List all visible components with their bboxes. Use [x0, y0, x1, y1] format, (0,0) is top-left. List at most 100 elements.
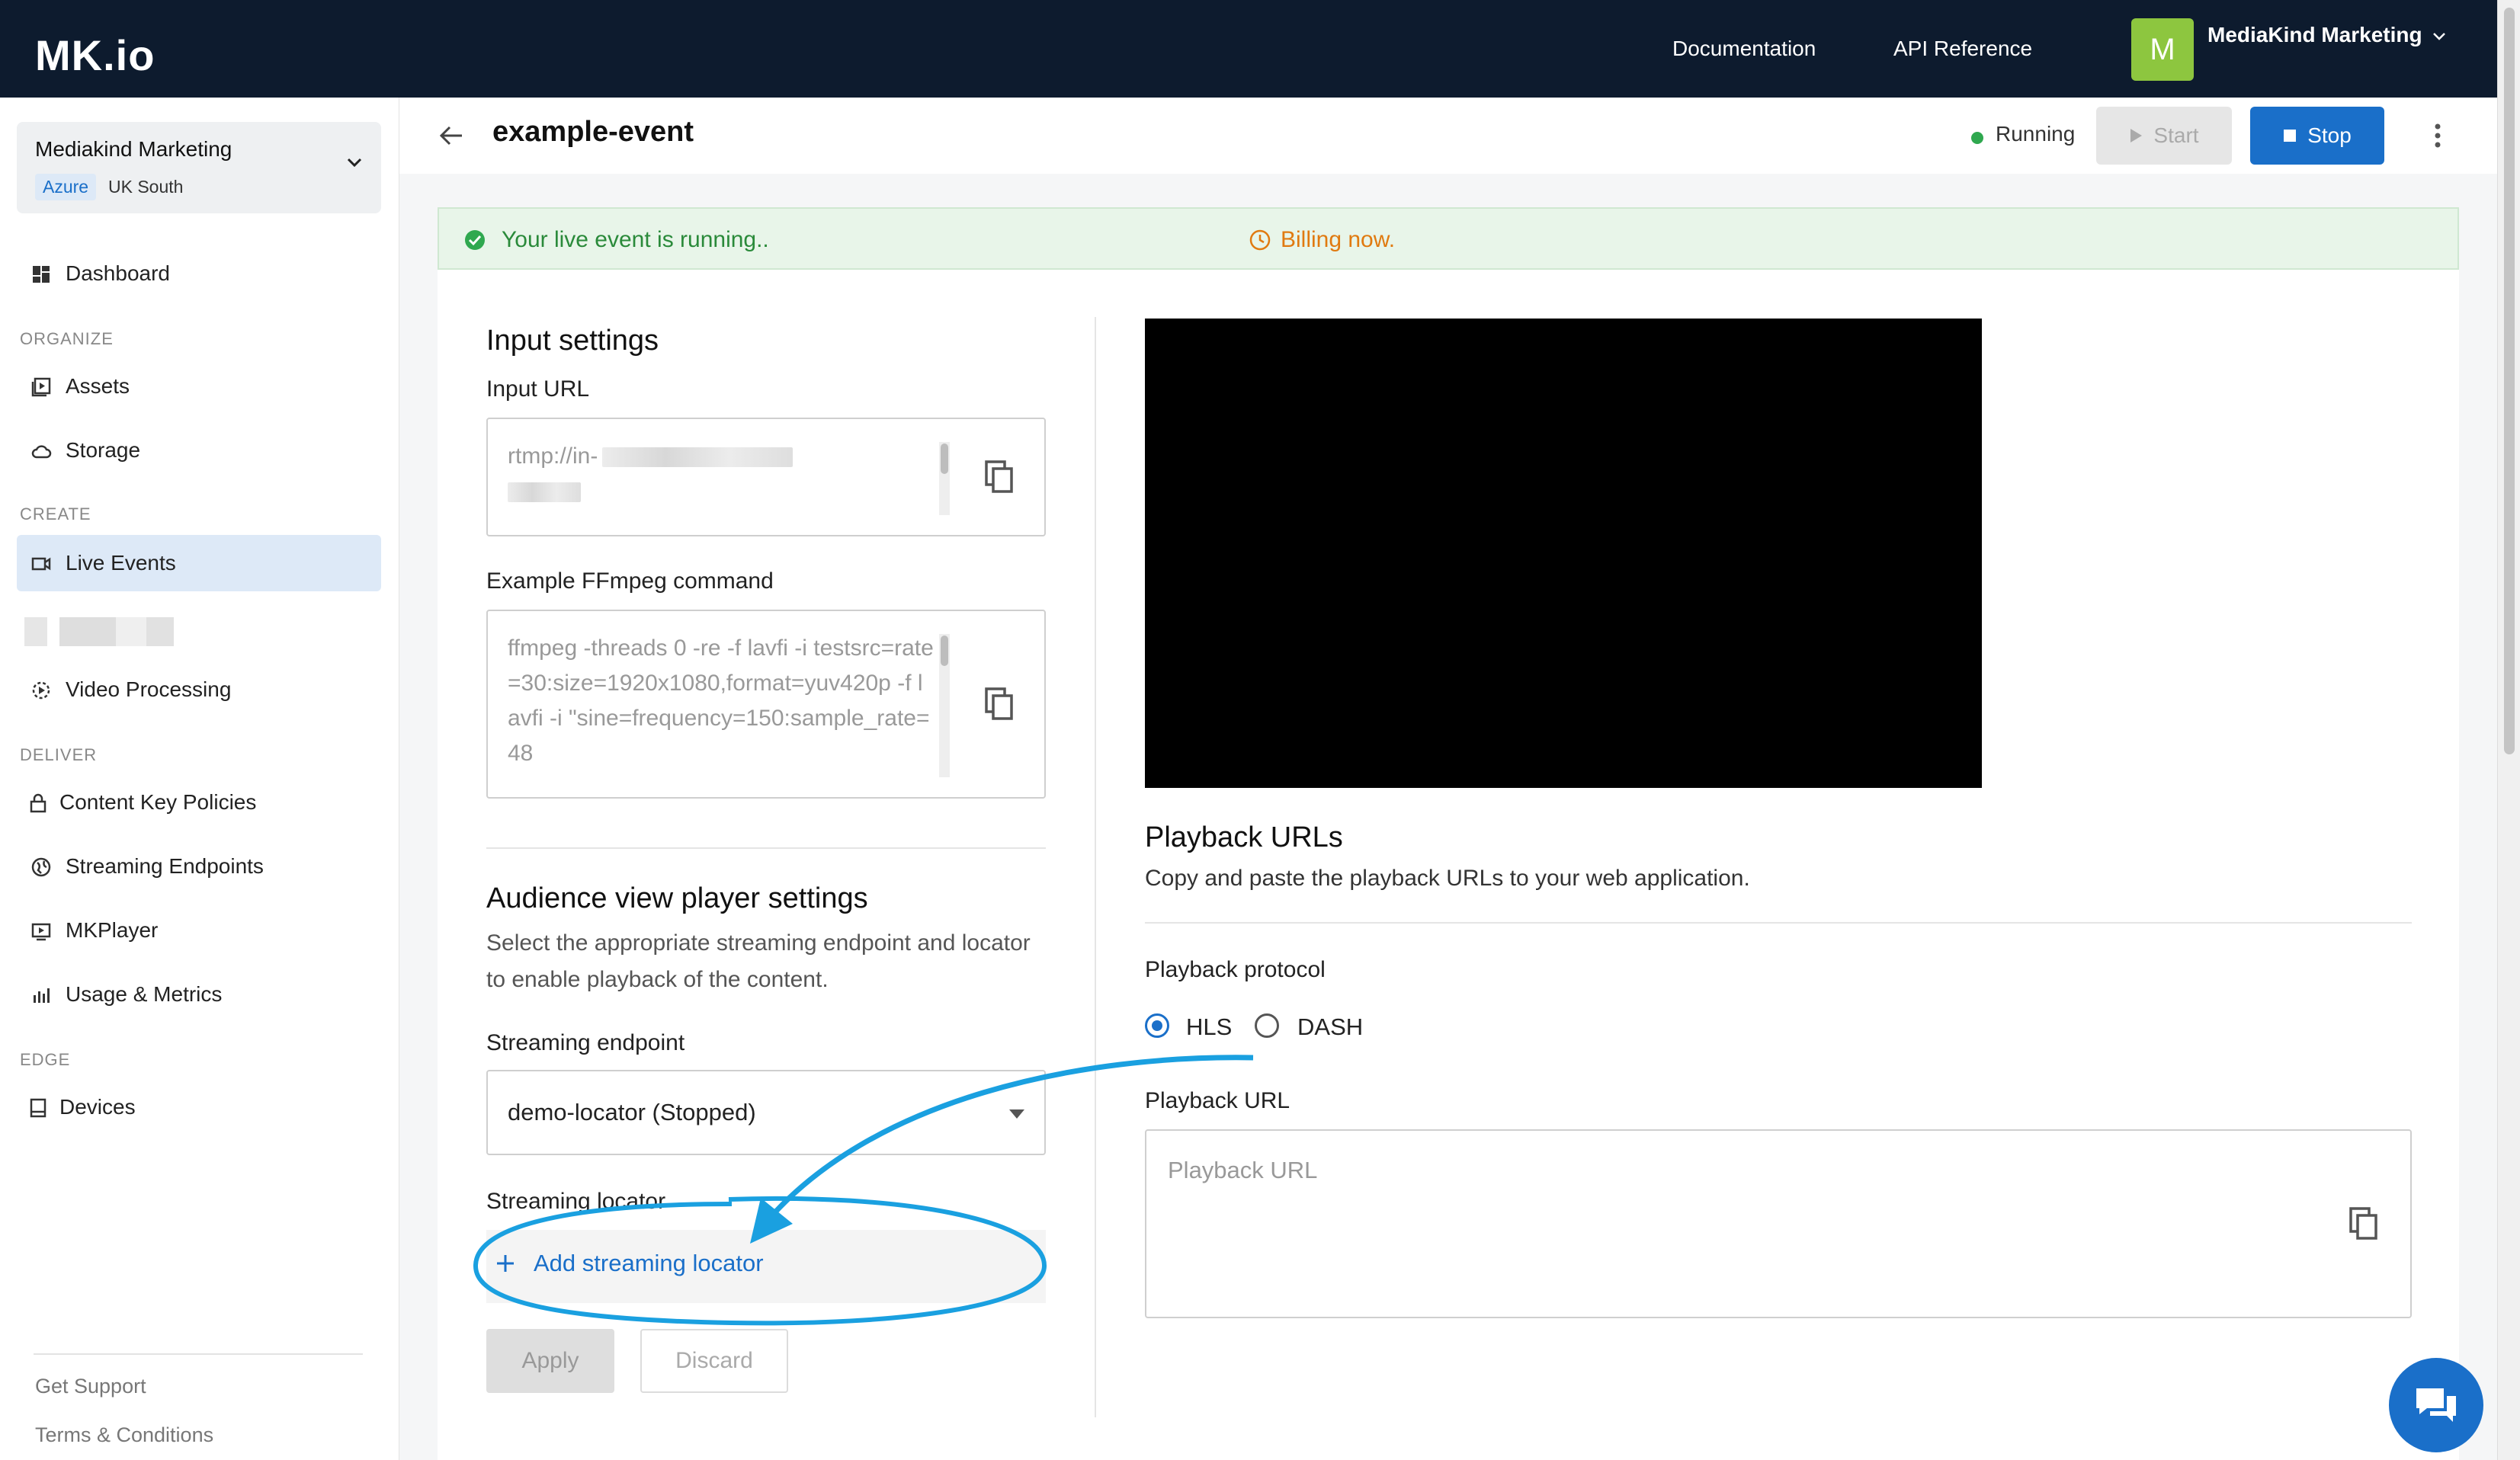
scrollbar-thumb	[941, 636, 948, 666]
mkio-logo[interactable]: MK.io	[35, 30, 155, 80]
processing-icon	[32, 681, 50, 700]
chat-icon	[2416, 1388, 2456, 1422]
chevron-down-icon	[347, 158, 362, 168]
user-menu[interactable]: MediaKind Marketing	[2207, 23, 2446, 47]
input-settings-title: Input settings	[486, 325, 659, 357]
video-preview[interactable]	[1145, 319, 1982, 788]
add-streaming-locator-button[interactable]: Add streaming locator	[489, 1250, 764, 1277]
streaming-locator-row: Add streaming locator	[486, 1230, 1046, 1303]
ffmpeg-label: Example FFmpeg command	[486, 568, 774, 594]
copy-icon[interactable]	[983, 686, 1015, 722]
stop-icon	[2284, 130, 2297, 142]
sidebar-item-storage[interactable]: Storage	[17, 422, 381, 479]
input-url-field[interactable]: rtmp://in-	[486, 418, 1046, 536]
hls-radio[interactable]	[1145, 1013, 1169, 1038]
sidebar-item-label: Video Processing	[66, 677, 232, 701]
section-organize: ORGANIZE	[20, 329, 114, 348]
sidebar-item-label: Live Events	[66, 551, 176, 575]
video-camera-icon	[31, 557, 51, 571]
stop-label: Stop	[2307, 123, 2352, 147]
discard-button[interactable]: Discard	[640, 1329, 788, 1393]
ffmpeg-scrollbar[interactable]	[939, 634, 950, 777]
sidebar-item-mkplayer[interactable]: MKPlayer	[17, 902, 381, 959]
sidebar-item-dashboard[interactable]: Dashboard	[17, 245, 381, 302]
documentation-link[interactable]: Documentation	[1672, 37, 1816, 61]
dashboard-icon	[33, 266, 50, 283]
status-dot	[1971, 132, 1983, 144]
ffmpeg-command-value: ffmpeg -threads 0 -re -f lavfi -i testsr…	[508, 636, 934, 766]
billing-notice: Billing now.	[1281, 227, 1396, 252]
start-label: Start	[2153, 123, 2199, 147]
get-support-link[interactable]: Get Support	[35, 1375, 146, 1398]
section-divider	[486, 847, 1046, 849]
copy-icon[interactable]	[2348, 1205, 2380, 1242]
playback-url-placeholder: Playback URL	[1168, 1157, 1318, 1183]
input-url-scrollbar[interactable]	[939, 442, 950, 515]
org-region: UK South	[108, 177, 184, 197]
sidebar-item-video-processing[interactable]: Video Processing	[17, 661, 381, 718]
sidebar-item-label: Assets	[66, 374, 130, 398]
page-header: example-event Running Start Stop	[399, 98, 2497, 174]
sidebar-item-live-events[interactable]: Live Events	[17, 535, 381, 591]
user-name: MediaKind Marketing	[2207, 23, 2422, 46]
page-title: example-event	[492, 116, 694, 148]
streaming-endpoint-select[interactable]: demo-locator (Stopped)	[486, 1070, 1046, 1155]
dash-label[interactable]: DASH	[1297, 1013, 1363, 1041]
bar-chart-icon	[34, 988, 50, 1003]
terms-link[interactable]: Terms & Conditions	[35, 1423, 213, 1447]
status-badge: Running	[1996, 122, 2076, 146]
stop-button[interactable]: Stop	[2250, 107, 2384, 165]
copy-icon[interactable]	[983, 459, 1015, 495]
sidebar-item-usage-metrics[interactable]: Usage & Metrics	[17, 966, 381, 1023]
hls-label[interactable]: HLS	[1186, 1013, 1232, 1041]
streaming-locator-label: Streaming locator	[486, 1189, 666, 1214]
org-name: Mediakind Marketing	[35, 137, 232, 161]
more-options-icon[interactable]	[2422, 117, 2453, 154]
player-icon	[31, 923, 51, 941]
page-scrollbar[interactable]	[2497, 0, 2520, 1460]
sidebar-item-content-key-policies[interactable]: Content Key Policies	[17, 774, 381, 831]
ffmpeg-command-field[interactable]: ffmpeg -threads 0 -re -f lavfi -i testsr…	[486, 610, 1046, 799]
sidebar-item-label: MKPlayer	[66, 918, 159, 942]
avatar[interactable]: M	[2131, 18, 2194, 81]
sidebar-item-assets[interactable]: Assets	[17, 358, 381, 415]
api-reference-link[interactable]: API Reference	[1893, 37, 2032, 61]
clock-icon	[1249, 229, 1271, 251]
player-settings-title: Audience view player settings	[486, 882, 868, 914]
apply-button[interactable]: Apply	[486, 1329, 614, 1393]
lock-icon	[30, 793, 46, 813]
cloud-icon	[31, 445, 52, 459]
streaming-endpoint-label: Streaming endpoint	[486, 1030, 685, 1055]
back-arrow-icon[interactable]	[434, 119, 468, 152]
check-circle-icon	[465, 230, 485, 250]
add-streaming-locator-label: Add streaming locator	[534, 1250, 764, 1276]
chat-support-button[interactable]	[2389, 1358, 2483, 1452]
sidebar-item-label: Dashboard	[66, 261, 170, 285]
sidebar-item-devices[interactable]: Devices	[17, 1079, 381, 1135]
dash-radio[interactable]	[1255, 1013, 1279, 1038]
playback-urls-description: Copy and paste the playback URLs to your…	[1145, 866, 1750, 891]
redacted-nav-item[interactable]	[24, 617, 174, 646]
globe-icon	[31, 857, 51, 877]
plus-icon	[497, 1255, 514, 1272]
cloud-badge: Azure	[35, 174, 97, 200]
sidebar-item-label: Usage & Metrics	[66, 982, 223, 1006]
section-create: CREATE	[20, 504, 91, 523]
playback-url-field[interactable]: Playback URL	[1145, 1129, 2412, 1318]
running-banner: Your live event is running.. Billing now…	[438, 207, 2459, 270]
player-settings-description: Select the appropriate streaming endpoin…	[486, 930, 1031, 992]
assets-icon	[31, 377, 51, 397]
input-url-label: Input URL	[486, 376, 590, 402]
scrollbar-thumb[interactable]	[2504, 8, 2515, 754]
org-selector[interactable]: Mediakind Marketing Azure UK South	[17, 122, 381, 213]
sidebar-divider	[34, 1353, 363, 1355]
playback-urls-title: Playback URLs	[1145, 821, 1343, 853]
streaming-endpoint-value: demo-locator (Stopped)	[508, 1099, 756, 1125]
device-icon	[30, 1098, 46, 1118]
playback-protocol-label: Playback protocol	[1145, 957, 1326, 982]
input-url-value: rtmp://in-	[508, 439, 935, 509]
playback-url-label: Playback URL	[1145, 1088, 1290, 1113]
sidebar-item-streaming-endpoints[interactable]: Streaming Endpoints	[17, 838, 381, 895]
start-button[interactable]: Start	[2096, 107, 2232, 165]
sidebar-item-label: Devices	[59, 1095, 136, 1119]
